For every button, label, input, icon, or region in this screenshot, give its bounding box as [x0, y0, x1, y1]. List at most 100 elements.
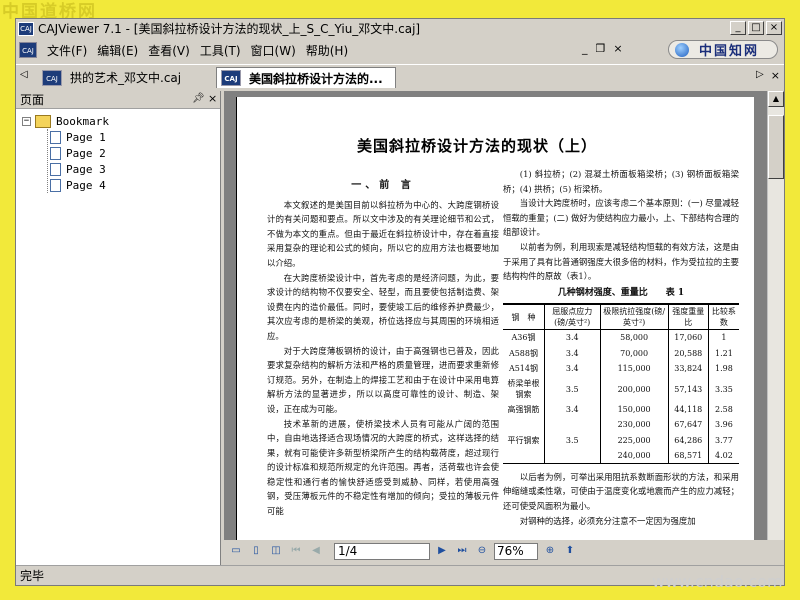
document-page[interactable]: 美国斜拉桥设计方法的现状（上） 一、前 言 本文叙述的是美国目前以斜拉桥为中心的…: [236, 97, 754, 557]
close-button[interactable]: ×: [766, 21, 782, 35]
paragraph: 技术革新的进展，使桥梁技术人员有可能从广阔的范围中，自由地选择适合现场情况的大跨…: [267, 418, 499, 517]
vertical-scrollbar[interactable]: ▲ ▼: [767, 91, 784, 557]
table-cell: A588钢: [508, 348, 538, 358]
globe-icon: [675, 42, 689, 57]
table-header-row: 钢 种 屈服点应力(磅/英寸²) 极限抗拉强度(磅/英寸²) 强度重量比 比较系…: [503, 303, 739, 331]
tree-page-item[interactable]: Page 4: [16, 177, 220, 193]
table-cell: 33,824: [667, 360, 709, 376]
facing-view-icon[interactable]: ◫: [268, 544, 284, 558]
section-heading: 一、前 言: [351, 180, 415, 191]
tree-page-item[interactable]: Page 3: [16, 161, 220, 177]
document-viewer[interactable]: 美国斜拉桥设计方法的现状（上） 一、前 言 本文叙述的是美国目前以斜拉桥为中心的…: [224, 91, 784, 557]
table-cell: 3.4: [543, 329, 601, 346]
table-cell: 平行钢索: [507, 435, 540, 445]
table-cell: 3.5: [543, 432, 601, 448]
paragraph: 在大跨度桥梁设计中，首先考虑的是经济问题，为此，要求设计的结构物不仅要安全、轻型…: [267, 272, 499, 341]
table-row: A36钢 3.4 58,000 17,060 1: [503, 329, 739, 346]
table-cell: 20,588: [667, 345, 709, 361]
tab-document-1[interactable]: CAJ 拱的艺术_邓文中.caj: [38, 67, 224, 88]
paragraph: 对钢种的选择，必须充分注意不一定因为强度加: [519, 515, 696, 526]
table-cell: 200,000: [599, 375, 669, 403]
panel-header: 页面 📌︎ ×: [16, 91, 220, 109]
table-cell: 68,571: [667, 447, 709, 464]
menu-view[interactable]: 查看(V): [148, 42, 190, 59]
table-cell: 1.21: [707, 345, 739, 361]
tree-root-label: Bookmark: [56, 114, 109, 128]
tree-page-item[interactable]: Page 2: [16, 145, 220, 161]
page-number-field[interactable]: 1/4: [334, 542, 430, 560]
table-row: 230,000 67,647 3.96: [503, 417, 739, 433]
title-bar[interactable]: CAJ CAJViewer 7.1 - [美国斜拉桥设计方法的现状_上_S_C_…: [16, 19, 784, 38]
close-tab-icon[interactable]: ×: [771, 69, 780, 82]
menu-bar: CAJ 文件(F) 编辑(E) 查看(V) 工具(T) 窗口(W) 帮助(H) …: [16, 39, 784, 61]
tab-scroll-right-icon[interactable]: ▷: [756, 69, 764, 80]
table-cell: 3.5: [543, 375, 601, 403]
collapse-icon[interactable]: −: [22, 116, 31, 126]
table-row: 高强钢筋 3.4 150,000 44,118 2.58: [503, 402, 739, 418]
table-cell: 57,143: [667, 375, 709, 403]
menu-file[interactable]: 文件(F): [47, 42, 87, 59]
table-row: A588钢 3.4 70,000 20,588 1.21: [503, 345, 739, 361]
table-cell: 115,000: [599, 360, 669, 376]
paragraph: (1) 斜拉桥；(2) 混凝土桥面板箱梁桥；(3) 钢桥面板箱梁桥；(4) 拱桥…: [503, 169, 739, 194]
table-cell: 58,000: [599, 329, 669, 346]
table-title: 几种钢材强度、重量比 表 1: [557, 287, 685, 298]
caj-file-icon: CAJ: [42, 69, 62, 86]
next-page-icon[interactable]: ▶: [434, 544, 450, 558]
menu-help[interactable]: 帮助(H): [306, 42, 348, 59]
minimize-button[interactable]: _: [730, 21, 746, 35]
zoom-in-icon[interactable]: ⊕: [542, 544, 558, 558]
pin-icon[interactable]: 📌︎: [192, 93, 205, 104]
mdi-close-icon[interactable]: ×: [613, 42, 622, 55]
mdi-restore-icon[interactable]: ❐: [596, 42, 606, 55]
table-header: 强度重量比: [667, 303, 709, 331]
maximize-button[interactable]: □: [748, 21, 764, 35]
table-cell: 3.4: [543, 345, 601, 361]
paragraph: 当设计大跨度桥时，应该考虑二个基本原则：(一) 尽量减轻恒载的重量；(二) 做好…: [503, 198, 739, 238]
table-cell: 70,000: [599, 345, 669, 361]
last-page-icon[interactable]: ⏭: [454, 544, 470, 558]
menu-edit[interactable]: 编辑(E): [97, 42, 138, 59]
table-body: A36钢 3.4 58,000 17,060 1 A588钢 3.4 70,000 20,588…: [503, 329, 739, 464]
document-menu-icon[interactable]: CAJ: [19, 42, 37, 58]
pages-panel: 页面 📌︎ × − Bookmark Page 1 Page 2 Page 3: [16, 91, 221, 569]
table-row: A514钢 3.4 115,000 33,824 1.98: [503, 360, 739, 376]
table-cell: 3.4: [543, 402, 601, 418]
mdi-minimize-icon[interactable]: _: [582, 42, 588, 55]
menu-window[interactable]: 窗口(W): [251, 42, 296, 59]
paper-left-column: 一、前 言 本文叙述的是美国目前以斜拉桥为中心的、大跨度钢桥设计的有关问题和要点…: [267, 179, 499, 519]
paper-title: 美国斜拉桥设计方法的现状（上）: [357, 137, 598, 155]
app-window: CAJ CAJViewer 7.1 - [美国斜拉桥设计方法的现状_上_S_C_…: [15, 18, 785, 586]
table-row: 平行钢索 3.5 225,000 64,286 3.77: [503, 432, 739, 448]
panel-close-icon[interactable]: ×: [208, 92, 217, 105]
tab-document-2[interactable]: CAJ 美国斜拉桥设计方法的...: [216, 67, 396, 88]
table-cell: 高强钢筋: [507, 405, 540, 415]
single-page-view-icon[interactable]: ▭: [228, 544, 244, 558]
up-arrow-icon[interactable]: ⬆: [562, 544, 578, 558]
menu-tools[interactable]: 工具(T): [200, 42, 241, 59]
table-cell: 240,000: [599, 447, 669, 464]
table-cell: A36钢: [511, 333, 536, 343]
scroll-thumb[interactable]: [768, 115, 784, 179]
table-cell: 17,060: [667, 329, 709, 346]
zoom-out-icon[interactable]: ⊖: [474, 544, 490, 558]
table-cell: 2.58: [707, 402, 739, 418]
app-icon[interactable]: CAJ: [18, 21, 34, 36]
table-cell: [503, 447, 545, 464]
previous-page-icon[interactable]: ◀: [308, 544, 324, 558]
continuous-view-icon[interactable]: ▯: [248, 544, 264, 558]
scroll-up-icon[interactable]: ▲: [768, 91, 784, 107]
paragraph: 以前者为例，利用现索是减轻结构恒载的有效方法，这是由于采用了具有比普通钢强度大很…: [503, 241, 739, 282]
tab-scroll-left-icon[interactable]: ◁: [20, 69, 28, 80]
table-cell: 3.96: [707, 417, 739, 433]
watermark-bottom: www.cndao.com: [652, 572, 783, 591]
cnki-button[interactable]: 中国知网: [668, 40, 778, 59]
tab-label: 拱的艺术_邓文中.caj: [70, 71, 182, 85]
tree-page-item[interactable]: Page 1: [16, 129, 220, 145]
tree-root[interactable]: − Bookmark: [16, 113, 220, 129]
book-icon: [35, 114, 51, 128]
zoom-field[interactable]: 76%: [494, 542, 538, 560]
navigation-bar: ▭ ▯ ◫ ⏮ ◀ 1/4 ▶ ⏭ ⊖ 76% ⊕ ⬆: [224, 540, 784, 562]
first-page-icon[interactable]: ⏮: [288, 544, 304, 558]
table-cell: 1.98: [707, 360, 739, 376]
